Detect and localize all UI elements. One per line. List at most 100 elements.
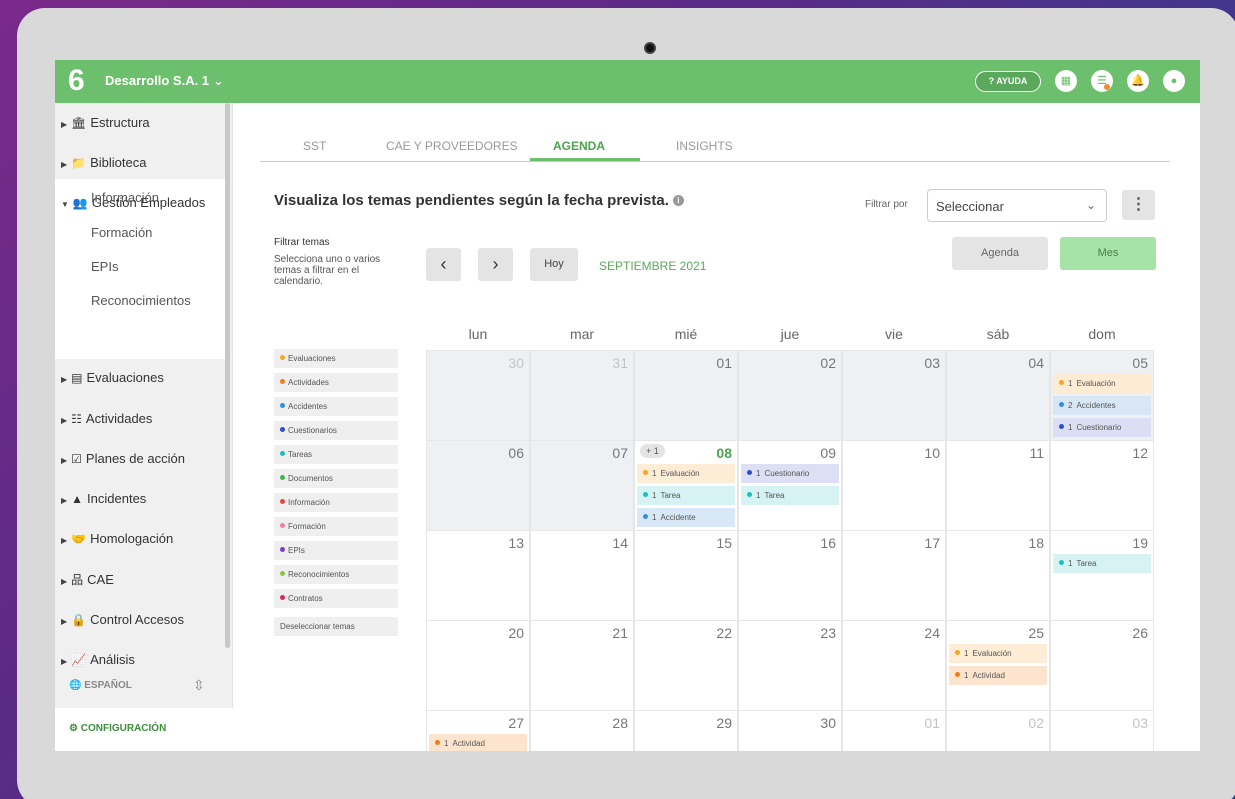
calendar-day-cell[interactable]: 27 1 Actividad	[426, 710, 530, 751]
sidebar-item-3[interactable]: ▶ ▤ Evaluaciones	[61, 370, 164, 385]
day-number: 27	[508, 715, 524, 731]
calendar-day-cell[interactable]: 08 + 1 1 Evaluación 1 Tarea 1 Accidente	[634, 440, 738, 531]
sidebar-item-10[interactable]: ▶ 📈 Análisis	[61, 652, 135, 667]
calendar-day-cell[interactable]: 28	[530, 710, 634, 751]
calendar-event[interactable]: 1 Evaluación	[949, 644, 1047, 663]
calendar-day-cell[interactable]: 29	[634, 710, 738, 751]
calendar-day-cell[interactable]: 01	[634, 350, 738, 441]
config-link[interactable]: ⚙ CONFIGURACIÓN	[69, 723, 166, 734]
calendar-event[interactable]: 1 Tarea	[637, 486, 735, 505]
calendar-event[interactable]: 1 Actividad	[429, 734, 527, 751]
calendar-day-cell[interactable]: 01	[842, 710, 946, 751]
filter-select[interactable]: Seleccionar ⌄	[927, 189, 1107, 222]
sidebar-item-5[interactable]: ▶ ☑ Planes de acción	[61, 451, 185, 466]
calendar-day-cell[interactable]: 07	[530, 440, 634, 531]
agenda-view-button[interactable]: Agenda	[952, 237, 1048, 270]
calendar-day-cell[interactable]: 04	[946, 350, 1050, 441]
tab-sst[interactable]: SST	[303, 139, 326, 153]
calendar-event[interactable]: 1 Accidente	[637, 508, 735, 527]
topic-filter-item[interactable]: Formación	[274, 517, 398, 536]
help-button[interactable]: ? AYUDA	[975, 71, 1041, 92]
tab-agenda[interactable]: AGENDA	[553, 139, 605, 153]
sidebar-item-0[interactable]: ▶ 🏛 Estructura	[61, 115, 150, 130]
calendar-event[interactable]: 1 Evaluación	[1053, 374, 1151, 393]
calendar-day-cell[interactable]: 25 1 Evaluación 1 Actividad	[946, 620, 1050, 711]
calendar-day-cell[interactable]: 30	[738, 710, 842, 751]
calendar-event[interactable]: 1 Cuestionario	[741, 464, 839, 483]
prev-month-button[interactable]: ‹	[426, 248, 461, 281]
calendar-day-cell[interactable]: 30	[426, 350, 530, 441]
calendar-day-cell[interactable]: 05 1 Evaluación 2 Accidentes 1 Cuestionario	[1050, 350, 1154, 441]
calendar-event[interactable]: 2 Accidentes	[1053, 396, 1151, 415]
calendar-day-cell[interactable]: 19 1 Tarea	[1050, 530, 1154, 621]
sidebar-item-1[interactable]: ▶ 📁 Biblioteca	[61, 155, 146, 170]
user-avatar-icon[interactable]: ●	[1163, 70, 1185, 92]
company-selector[interactable]: Desarrollo S.A. 1 ⌄	[105, 73, 224, 89]
sidebar-item-4[interactable]: ▶ ☷ Actividades	[61, 411, 152, 426]
chevron-updown-icon[interactable]: ⇳	[193, 677, 205, 694]
topic-filter-item[interactable]: Tareas	[274, 445, 398, 464]
topic-color-dot	[280, 499, 285, 504]
sidebar-subitem-1[interactable]: Formación	[91, 225, 152, 240]
next-month-button[interactable]: ›	[478, 248, 513, 281]
topic-filter-item[interactable]: Evaluaciones	[274, 349, 398, 368]
calendar-day-cell[interactable]: 31	[530, 350, 634, 441]
calendar-day-cell[interactable]: 18	[946, 530, 1050, 621]
sidebar-subitem-3[interactable]: Reconocimientos	[91, 293, 191, 308]
calendar-event[interactable]: 1 Tarea	[1053, 554, 1151, 573]
info-icon[interactable]: i	[672, 195, 684, 206]
month-view-button[interactable]: Mes	[1060, 237, 1156, 270]
calendar-event[interactable]: 1 Tarea	[741, 486, 839, 505]
topic-filter-item[interactable]: Actividades	[274, 373, 398, 392]
calendar-day-cell[interactable]: 03	[1050, 710, 1154, 751]
topic-filter-item[interactable]: Información	[274, 493, 398, 512]
topic-filter-item[interactable]: Cuestionarios	[274, 421, 398, 440]
more-events-badge[interactable]: + 1	[640, 444, 665, 458]
calendar-day-cell[interactable]: 23	[738, 620, 842, 711]
day-number: 19	[1132, 535, 1148, 551]
topic-filter-item[interactable]: Documentos	[274, 469, 398, 488]
calendar-day-cell[interactable]: 02	[738, 350, 842, 441]
sidebar-subitem-2[interactable]: EPIs	[91, 259, 118, 274]
calendar-day-cell[interactable]: 02	[946, 710, 1050, 751]
calendar-day-cell[interactable]: 13	[426, 530, 530, 621]
tab-cae-proveedores[interactable]: CAE Y PROVEEDORES	[386, 139, 518, 153]
calendar-event[interactable]: 1 Actividad	[949, 666, 1047, 685]
sidebar-item-7[interactable]: ▶ 🤝 Homologación	[61, 531, 173, 546]
bell-icon[interactable]: 🔔	[1127, 70, 1149, 92]
sidebar-item-8[interactable]: ▶ 品 CAE	[61, 571, 114, 588]
calendar-day-cell[interactable]: 15	[634, 530, 738, 621]
calendar-day-cell[interactable]: 22	[634, 620, 738, 711]
topic-filter-item[interactable]: Contratos	[274, 589, 398, 608]
calendar-day-cell[interactable]: 21	[530, 620, 634, 711]
language-selector[interactable]: 🌐 ESPAÑOL	[69, 680, 132, 691]
calendar-day-cell[interactable]: 24	[842, 620, 946, 711]
calendar-event[interactable]: 1 Evaluación	[637, 464, 735, 483]
calendar-day-cell[interactable]: 26	[1050, 620, 1154, 711]
calendar-day-cell[interactable]: 16	[738, 530, 842, 621]
calendar-day-cell[interactable]: 10	[842, 440, 946, 531]
calendar-day-cell[interactable]: 12	[1050, 440, 1154, 531]
calendar-day-cell[interactable]: 06	[426, 440, 530, 531]
calendar-day-cell[interactable]: 11	[946, 440, 1050, 531]
today-button[interactable]: Hoy	[530, 248, 578, 281]
notes-icon[interactable]: ☰	[1091, 70, 1113, 92]
calendar-event[interactable]: 1 Cuestionario	[1053, 418, 1151, 437]
topic-filter-item[interactable]: Accidentes	[274, 397, 398, 416]
more-options-button[interactable]: ⋮	[1122, 190, 1155, 220]
calendar-day-cell[interactable]: 17	[842, 530, 946, 621]
topic-filter-item[interactable]: EPIs	[274, 541, 398, 560]
sidebar-subitem-0[interactable]: Información	[91, 190, 159, 205]
sidebar-scrollbar[interactable]	[225, 103, 230, 648]
calendar-day-cell[interactable]: 09 1 Cuestionario 1 Tarea	[738, 440, 842, 531]
calendar-icon[interactable]: ▦	[1055, 70, 1077, 92]
calendar-day-cell[interactable]: 03	[842, 350, 946, 441]
calendar-day-cell[interactable]: 14	[530, 530, 634, 621]
deselect-topics-button[interactable]: Deseleccionar temas	[274, 617, 398, 636]
tab-insights[interactable]: INSIGHTS	[676, 139, 733, 153]
topic-filter-item[interactable]: Reconocimientos	[274, 565, 398, 584]
day-number: 01	[924, 715, 940, 731]
calendar-day-cell[interactable]: 20	[426, 620, 530, 711]
sidebar-item-9[interactable]: ▶ 🔒 Control Accesos	[61, 612, 184, 627]
sidebar-item-6[interactable]: ▶ ▲ Incidentes	[61, 491, 146, 506]
